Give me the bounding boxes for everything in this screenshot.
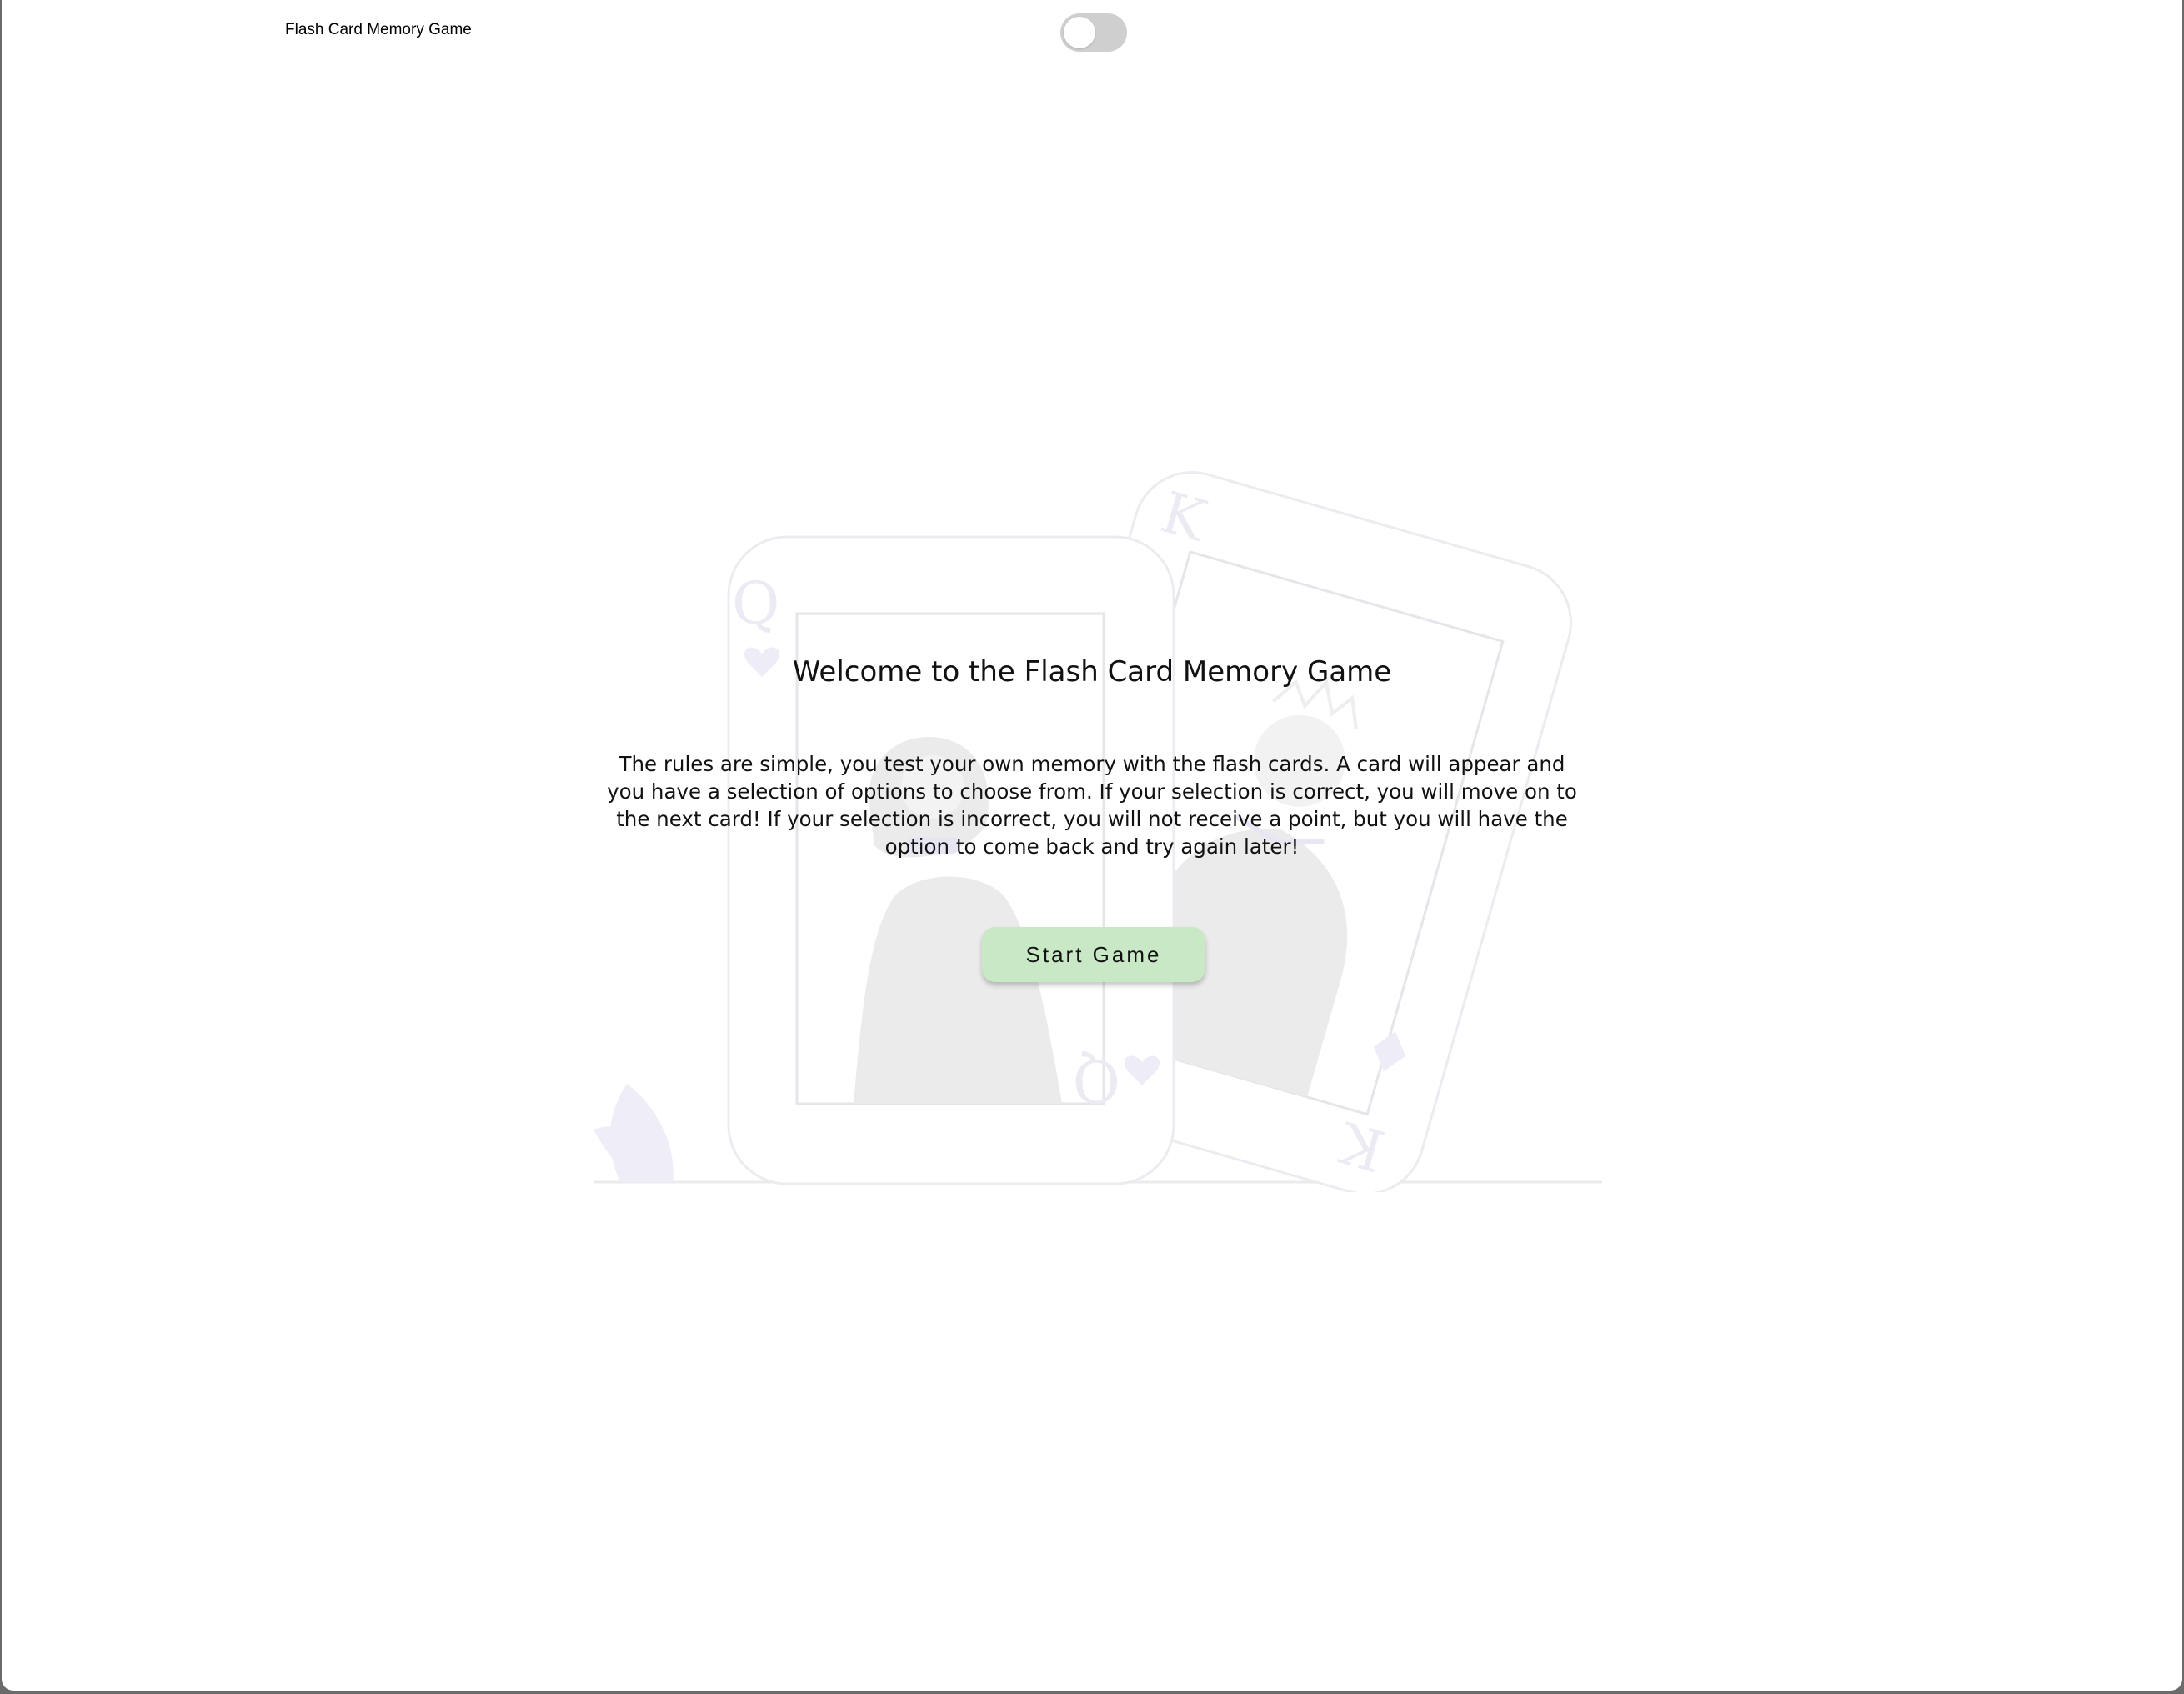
welcome-title: Welcome to the Flash Card Memory Game (792, 655, 1392, 689)
queen-card: Q Q (727, 535, 1175, 1185)
top-bar: Flash Card Memory Game (2, 0, 2182, 67)
rules-text: The rules are simple, you test your own … (607, 752, 1577, 859)
leaf-decoration (594, 1084, 674, 1182)
start-game-button[interactable]: Start Game (982, 927, 1205, 982)
theme-toggle[interactable] (1060, 13, 1127, 52)
app-page: Flash Card Memory Game K K Q Q Welcome t… (2, 0, 2182, 1691)
toggle-knob (1064, 17, 1095, 48)
svg-text:Q: Q (1073, 1046, 1120, 1115)
svg-text:Q: Q (732, 569, 779, 638)
app-title: Flash Card Memory Game (285, 21, 472, 38)
